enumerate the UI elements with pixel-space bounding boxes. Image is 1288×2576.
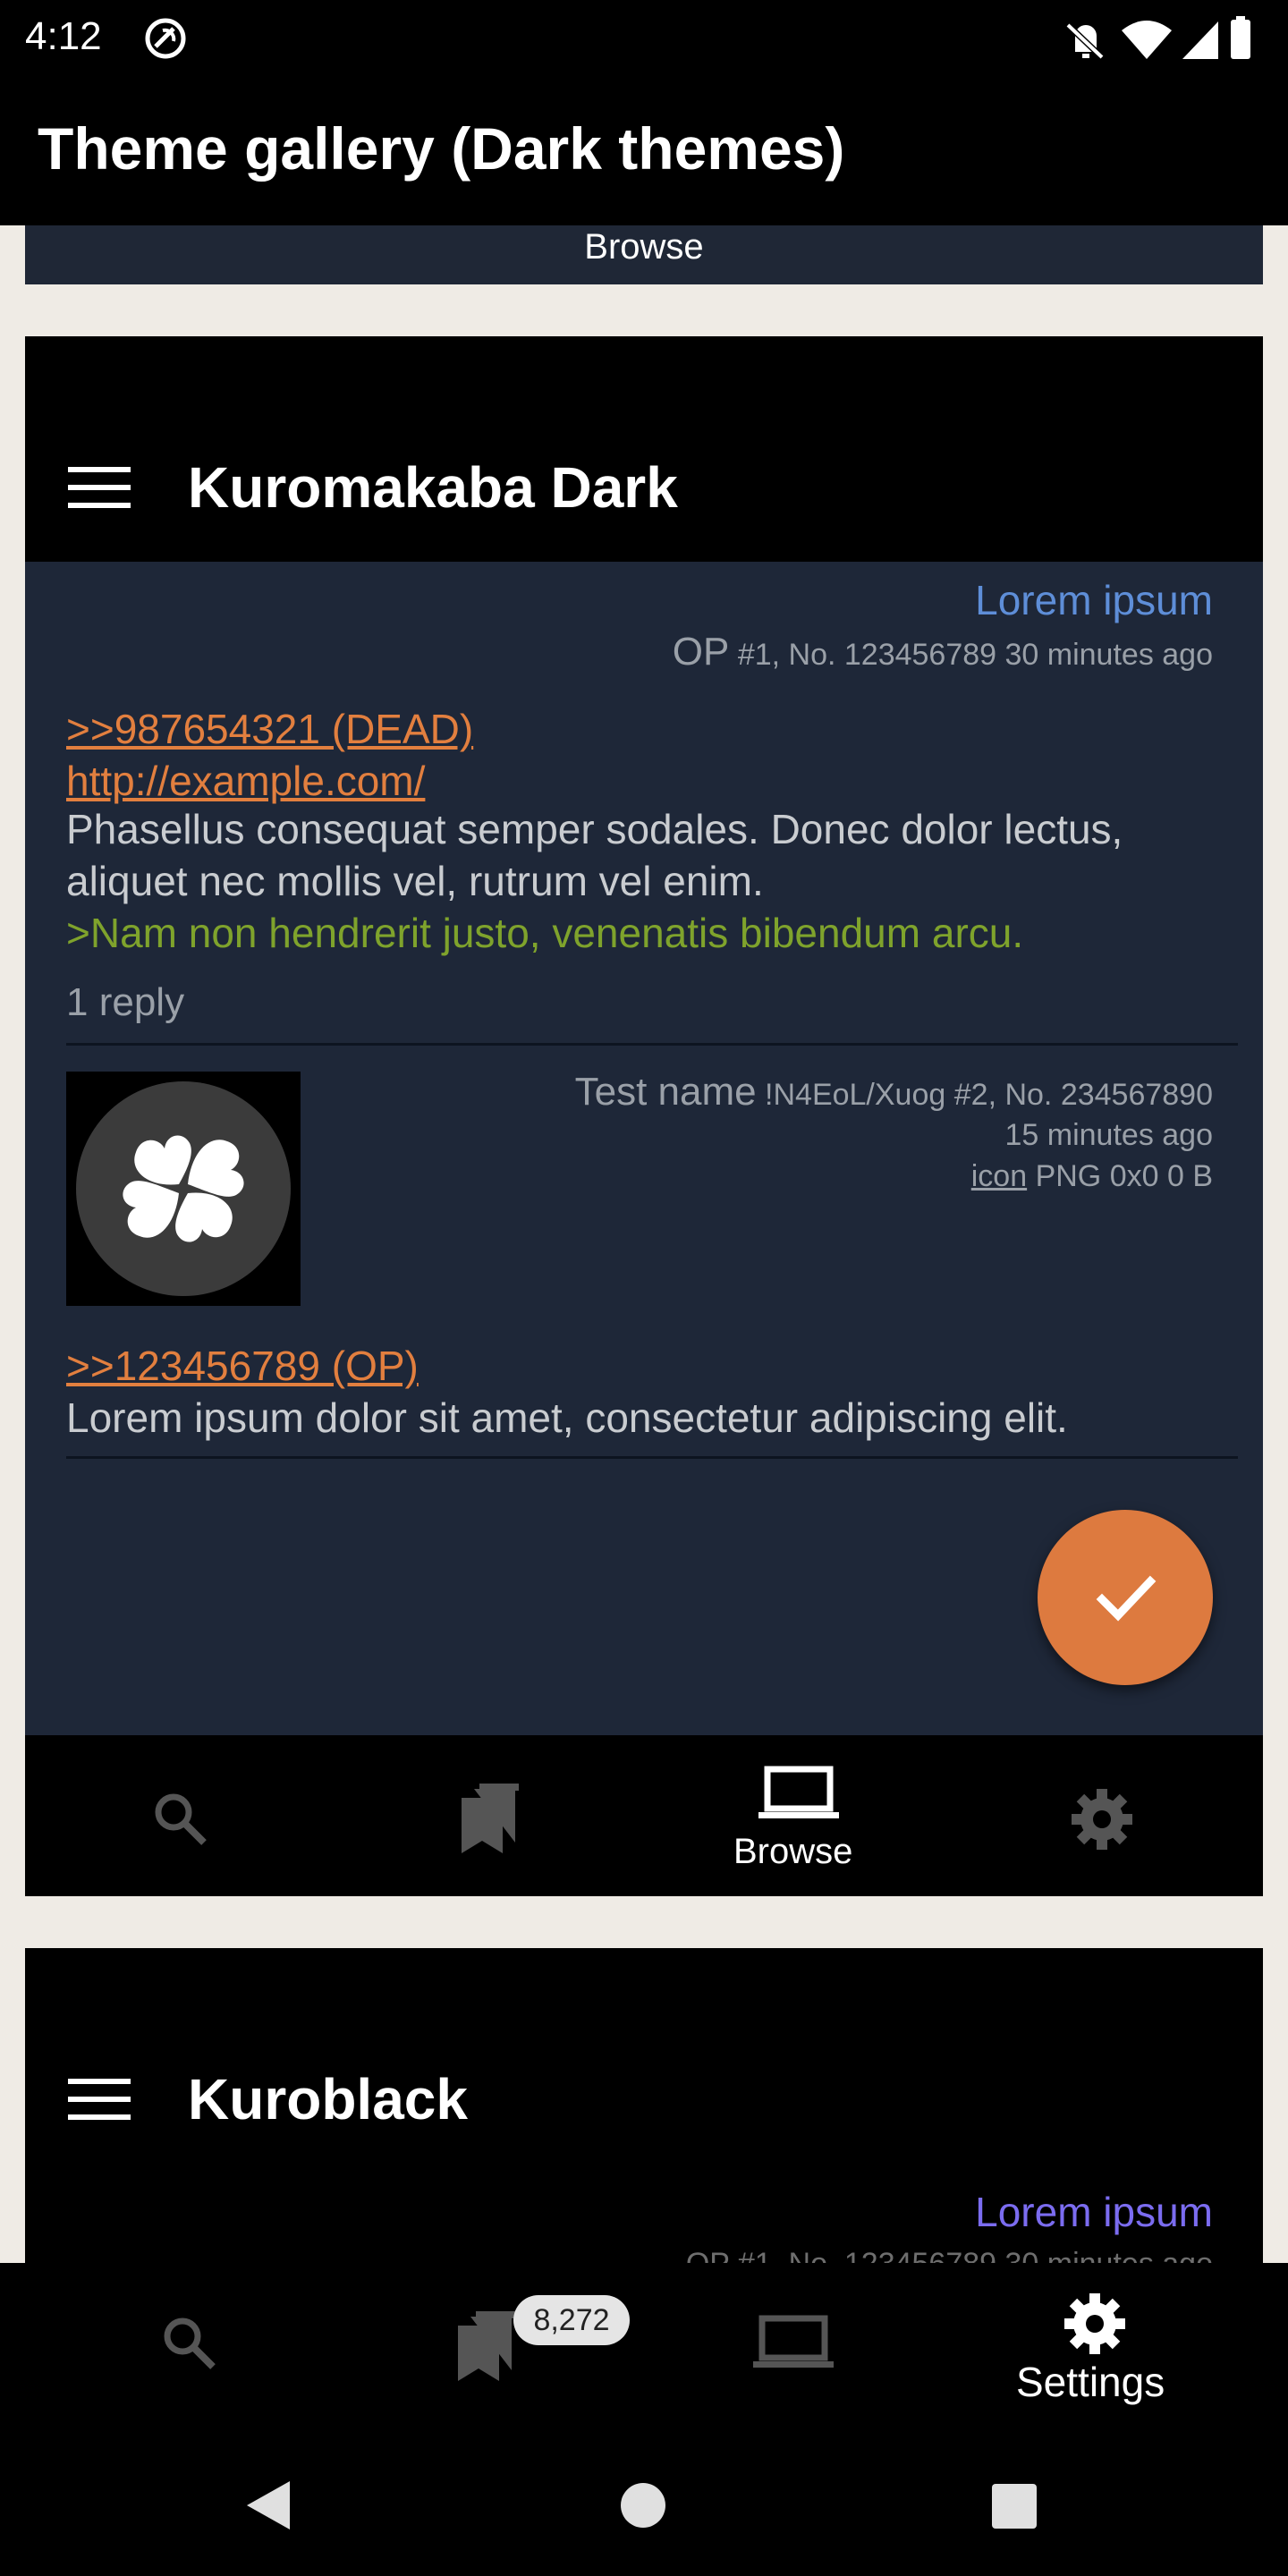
post-meta: #1, No. 123456789 30 minutes ago [737, 638, 1213, 672]
nav-label-browse: Browse [584, 227, 704, 267]
greentext-line: >Nam non hendrerit justo, venenatis bibe… [66, 910, 1024, 956]
post-meta: OP #1, No. 123456789 30 minutes ago [686, 2247, 1213, 2263]
bookmarks-icon[interactable] [454, 2308, 522, 2383]
file-info-row: icon PNG 0x0 0 B [971, 1159, 1213, 1194]
post-body: Lorem ipsum dolor sit amet, consectetur … [66, 1394, 1068, 1441]
post-subject: Lorem ipsum [975, 577, 1213, 623]
laptop-icon[interactable] [753, 2315, 834, 2370]
bookmarks-icon[interactable] [458, 1780, 526, 1855]
signal-icon [1182, 21, 1218, 59]
bookmarks-count-badge: 8,272 [513, 2295, 630, 2345]
nav-label-settings: Settings [1016, 2359, 1165, 2405]
theme-gallery-list[interactable]: Browse Kuromakaba Dark Lorem ipsum OP #1… [0, 225, 1288, 2263]
post-name: OP [672, 630, 730, 674]
battery-icon [1231, 20, 1250, 59]
clover-icon [76, 1081, 291, 1296]
post-meta: #2, No. 234567890 [953, 1078, 1213, 1112]
reply-count[interactable]: 1 reply [66, 980, 184, 1025]
menu-icon[interactable] [68, 467, 131, 508]
bottom-navigation [0, 2263, 1288, 2433]
nav-label-browse: Browse [733, 1832, 853, 1871]
home-icon[interactable] [619, 2481, 667, 2529]
post-name: Test name [574, 1070, 757, 1114]
post-subject: Lorem ipsum [975, 2189, 1213, 2235]
theme-name: Kuroblack [188, 2067, 468, 2131]
notifications-off-icon [1063, 21, 1106, 62]
theme-card-kuroblack[interactable]: Kuroblack Lorem ipsum OP #1, No. 1234567… [25, 1948, 1263, 2263]
theme-toolbar [25, 336, 1263, 562]
wifi-icon [1122, 21, 1172, 59]
gear-icon[interactable] [1068, 1785, 1136, 1853]
search-icon[interactable] [148, 1787, 213, 1852]
post-body: Phasellus consequat semper sodales. Done… [66, 806, 1123, 904]
post-divider [66, 1456, 1238, 1459]
menu-icon[interactable] [68, 2079, 131, 2120]
quote-link-dead[interactable]: >>987654321 (DEAD) [66, 705, 473, 753]
post-divider [66, 1043, 1238, 1046]
url-link[interactable]: http://example.com/ [66, 757, 425, 805]
check-icon [1096, 1575, 1157, 1622]
post-time: 15 minutes ago [1004, 1118, 1214, 1152]
theme-name: Kuromakaba Dark [188, 455, 678, 520]
preview-bottom-nav: Browse [25, 1735, 1263, 1896]
system-navigation-bar [0, 2433, 1288, 2576]
post-thumbnail[interactable] [66, 1072, 301, 1306]
quote-link-op[interactable]: >>123456789 (OP) [66, 1342, 419, 1390]
file-info: PNG 0x0 0 B [1035, 1159, 1213, 1193]
theme-card-kuromakaba-dark[interactable]: Kuromakaba Dark Lorem ipsum OP #1, No. 1… [25, 336, 1263, 1896]
theme-card-previous[interactable]: Browse [25, 225, 1263, 284]
search-icon[interactable] [157, 2311, 222, 2376]
status-icons [1063, 16, 1250, 62]
file-link[interactable]: icon [971, 1159, 1027, 1193]
recents-icon[interactable] [991, 2483, 1038, 2529]
sync-off-icon [145, 18, 186, 59]
back-icon[interactable] [243, 2478, 293, 2533]
post-header: OP #1, No. 123456789 30 minutes ago [673, 630, 1213, 674]
gear-icon[interactable] [1061, 2290, 1129, 2358]
post-header: Test name !N4EoL/Xuog #2, No. 234567890 [575, 1070, 1213, 1114]
post-tripcode: !N4EoL/Xuog [765, 1078, 946, 1112]
laptop-icon[interactable] [758, 1766, 839, 1821]
status-time: 4:12 [25, 14, 102, 58]
page-title: Theme gallery (Dark themes) [38, 115, 845, 182]
apply-theme-button[interactable] [1038, 1510, 1213, 1685]
